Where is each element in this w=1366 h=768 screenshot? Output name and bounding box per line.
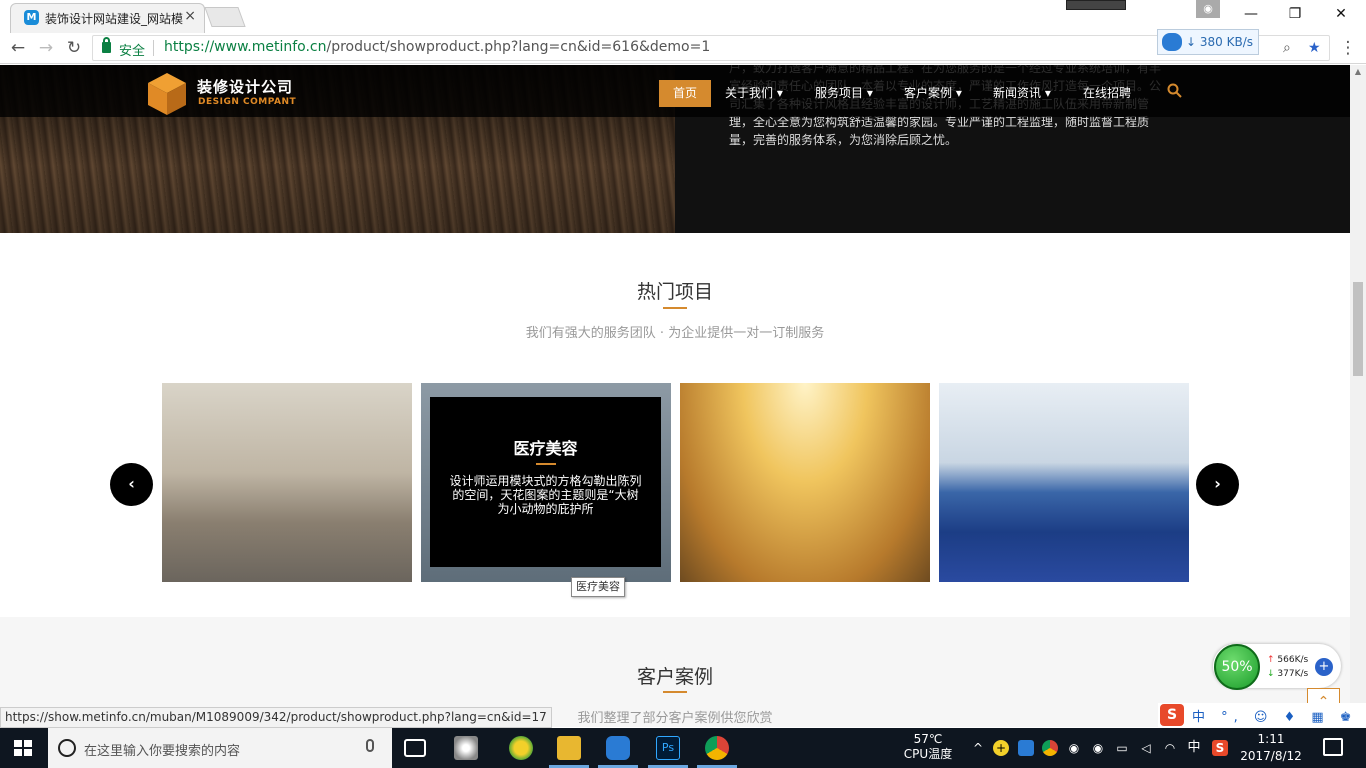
scrollbar-thumb[interactable] [1353,282,1363,376]
back-icon[interactable]: ← [6,37,30,59]
secure-label: 安全 [119,44,146,59]
title-underline [663,307,687,309]
forward-icon[interactable]: → [34,37,58,59]
cortana-icon [58,739,76,757]
tray-chrome-icon[interactable] [1042,740,1058,756]
battery-icon[interactable]: ▭ [1114,740,1130,756]
download-speed: ↓ 377K/s [1267,669,1309,679]
nav-about[interactable]: 关于我们 ▾ [725,80,783,107]
taskbar-search[interactable]: 在这里输入你要搜索的内容 [48,728,392,768]
taskbar-search-placeholder: 在这里输入你要搜索的内容 [84,744,241,759]
chrome-icon[interactable] [705,736,729,760]
tray-app-icon[interactable]: + [993,740,1009,756]
title-underline [663,691,687,693]
restore-button[interactable]: ❐ [1272,0,1318,30]
image-tooltip: 医疗美容 [571,577,625,597]
system-clock[interactable]: 1:11 2017/8/12 [1240,731,1302,765]
menu-icon[interactable]: ⋮ [1336,37,1360,59]
photoshop-icon[interactable]: Ps [656,736,680,760]
overlay-description: 设计师运用模块式的方格勾勒出陈列的空间，天花图案的主题则是“大树为小动物的庇护所 [449,474,642,516]
task-view-icon[interactable] [404,739,426,757]
wifi-icon[interactable]: ◠ [1162,740,1178,756]
sogou-icon[interactable]: S [1160,704,1184,726]
plus-icon[interactable]: + [1315,658,1333,676]
bookmark-star-icon[interactable]: ★ [1308,40,1321,56]
address-toolbar: ← → ↻ 安全 https://www.metinfo.cn/product/… [0,29,1366,64]
card-hover-overlay[interactable]: 医疗美容 设计师运用模块式的方格勾勒出陈列的空间，天花图案的主题则是“大树为小动… [430,397,661,567]
url-host: https://www.metinfo.cn [164,39,327,55]
cases-title: 客户案例 [636,666,713,688]
nav-cases[interactable]: 客户案例 ▾ [904,80,962,107]
windows-start-icon[interactable] [14,740,32,756]
reload-icon[interactable]: ↻ [62,37,86,59]
overlay-title: 医疗美容 [513,439,578,458]
cloud-icon [1162,33,1182,51]
url-text[interactable]: https://www.metinfo.cn/product/showprodu… [164,39,710,55]
carousel-next-button[interactable]: › [1196,463,1239,506]
net-speed-badge: ↓ 380 KB/s [1157,29,1259,55]
browser-tab[interactable]: M 装饰设计网站建设_网站模 × [10,3,205,33]
ime-toolbar[interactable]: S 中 °, ☺ ♦ ▦ ♚ ♛ ✱ [1158,703,1366,728]
tray-qq2-icon[interactable]: ◉ [1090,740,1106,756]
notification-center-icon[interactable] [1323,738,1343,756]
close-window-button[interactable]: ✕ [1318,0,1364,30]
omnibox[interactable]: 安全 https://www.metinfo.cn/product/showpr… [92,29,1330,61]
logo-subtext: DESIGN COMPANT [198,97,297,107]
site-favicon-icon: M [24,10,39,25]
site-navbar: 装修设计公司 DESIGN COMPANT 首页 关于我们 ▾ 服务项目 ▾ 客… [0,65,1350,117]
nav-news[interactable]: 新闻资讯 ▾ [993,80,1051,107]
tab-title: 装饰设计网站建设_网站模 [45,12,184,26]
minimize-button[interactable]: — [1228,0,1274,30]
profile-icon[interactable]: ◉ [1196,0,1220,18]
logo-text[interactable]: 装修设计公司 [197,76,293,97]
project-card-lobby[interactable] [680,383,930,582]
status-bar-url: https://show.metinfo.cn/muban/M1089009/3… [0,707,552,728]
overlay-underline [536,463,556,465]
divider [153,40,154,56]
cpu-temperature: 57℃ CPU温度 [903,732,953,761]
zoom-search-icon[interactable]: ⌕ [1283,40,1291,56]
screen-widget-icon [1066,0,1126,10]
net-speed-text: ↓ 380 KB/s [1186,35,1253,49]
hot-projects-title: 热门项目 [636,281,713,303]
network-monitor-widget[interactable]: 50% ↑ 566K/s ↓ 377K/s + [1213,644,1341,690]
project-card-medical[interactable]: 医疗美容 设计师运用模块式的方格勾勒出陈列的空间，天花图案的主题则是“大树为小动… [421,383,671,582]
page-scrollbar[interactable]: ▲ ▼ [1350,65,1366,727]
nav-services[interactable]: 服务项目 ▾ [815,80,873,107]
project-card-living-room[interactable] [162,383,412,582]
search-icon[interactable] [1167,83,1182,98]
url-path: /product/showproduct.php?lang=cn&id=616&… [326,39,711,55]
network-percent: 50% [1214,644,1260,690]
file-explorer-icon[interactable] [557,736,581,760]
sogou-tray-icon[interactable]: S [1212,740,1228,756]
lock-icon [102,37,111,53]
baidu-cloud-icon[interactable] [606,736,630,760]
windows-taskbar: 在这里输入你要搜索的内容 Ps 57℃ CPU温度 ^ + ◉ ◉ ▭ ◁ ◠ 中… [0,728,1366,768]
fan-app-icon[interactable] [454,736,478,760]
project-card-pool[interactable] [939,383,1189,582]
tray-cloud-icon[interactable] [1018,740,1034,756]
carousel-prev-button[interactable]: ‹ [110,463,153,506]
page-viewport: 户，致力打造客户满意的精品工程。在为您服务的是一个经过专业系统培训，有丰富经验和… [0,65,1350,727]
language-indicator[interactable]: 中 [1186,740,1202,756]
volume-icon[interactable]: ◁ [1138,740,1154,756]
hot-projects-subtitle: 我们有强大的服务团队 · 为企业提供一对一订制服务 [525,326,825,341]
scroll-up-icon[interactable]: ▲ [1353,67,1363,77]
upload-speed: ↑ 566K/s [1267,655,1309,665]
tab-close-icon[interactable]: × [184,8,196,24]
microphone-icon[interactable] [366,739,374,752]
security-app-icon[interactable] [509,736,533,760]
nav-home[interactable]: 首页 [659,80,711,107]
tray-expand-icon[interactable]: ^ [970,740,986,756]
tray-qq-icon[interactable]: ◉ [1066,740,1082,756]
logo-icon[interactable] [148,73,186,115]
nav-jobs[interactable]: 在线招聘 [1083,80,1131,107]
ime-status[interactable]: 中 °, ☺ ♦ ▦ ♚ ♛ ✱ [1192,706,1366,725]
new-tab-button[interactable] [204,7,246,27]
